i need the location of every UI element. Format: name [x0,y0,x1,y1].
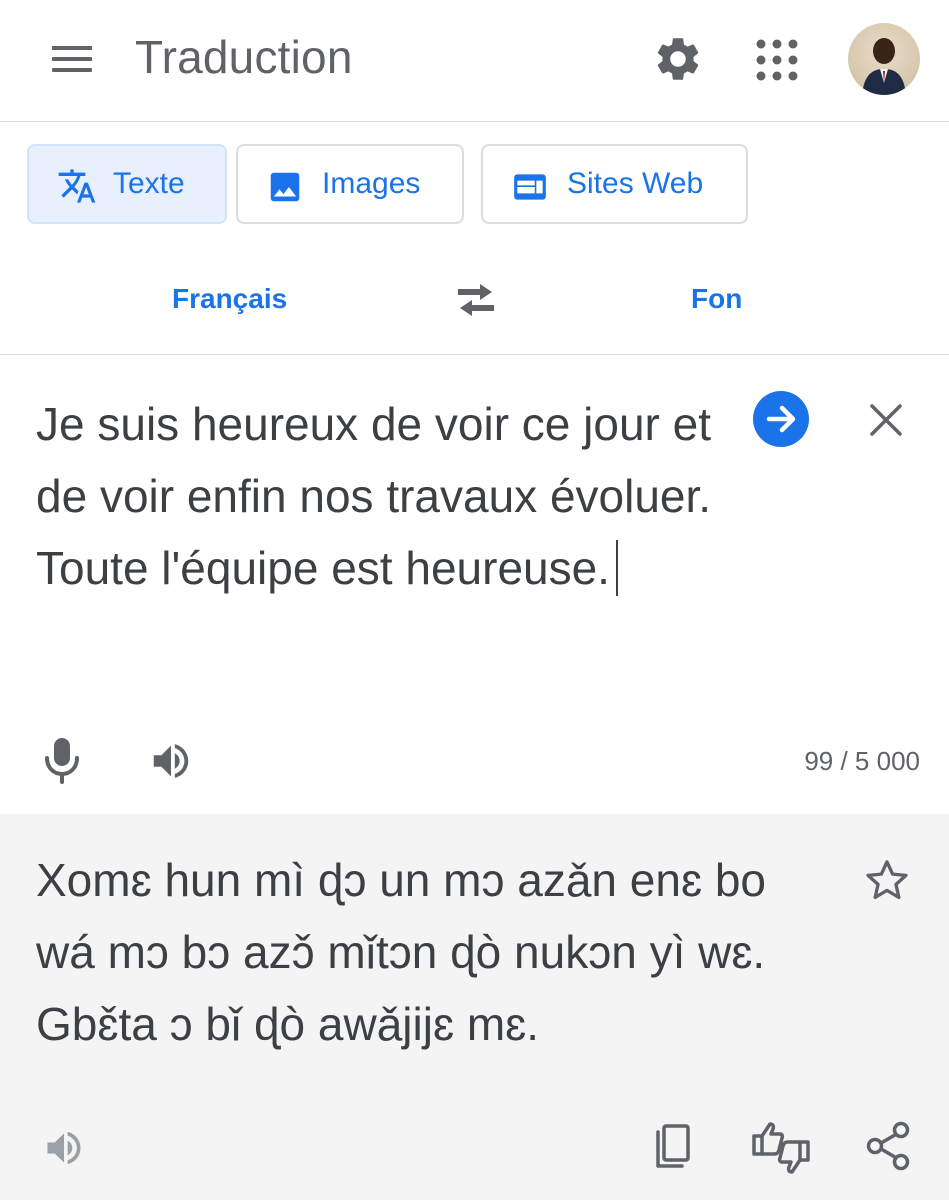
gear-icon[interactable] [652,33,704,85]
user-avatar[interactable] [848,23,920,95]
source-language-button[interactable]: Français [172,283,287,315]
translation-result-text: Xomɛ hun mì ɖɔ un mɔ azǎn enɛ bo wá mɔ b… [36,854,767,1050]
translate-go-button[interactable] [753,391,809,447]
tab-images-label: Images [322,167,421,200]
microphone-icon[interactable] [40,734,84,786]
translation-result-panel: Xomɛ hun mì ɖɔ un mɔ azǎn enɛ bo wá mɔ b… [0,814,949,1200]
star-icon[interactable] [862,856,912,906]
speaker-icon[interactable] [146,738,196,784]
arrow-right-icon [766,405,796,433]
tab-text[interactable]: Texte [27,144,227,224]
top-app-bar: Traduction [0,0,949,122]
tab-websites[interactable]: Sites Web [481,144,748,224]
tab-websites-label: Sites Web [567,167,704,200]
close-icon[interactable] [866,400,906,440]
target-language-button[interactable]: Fon [691,283,742,315]
swap-arrows-icon[interactable] [450,280,502,320]
share-icon[interactable] [864,1120,912,1172]
character-count: 99 / 5 000 [804,746,920,776]
translate-icon [58,169,96,203]
hamburger-menu-icon[interactable] [48,40,96,78]
source-text-value: Je suis heureux de voir ce jour et de vo… [36,398,712,594]
thumbs-feedback-icon[interactable] [750,1120,812,1176]
website-icon [514,174,546,200]
source-text-input[interactable]: Je suis heureux de voir ce jour et de vo… [36,388,716,604]
result-speaker-icon[interactable] [40,1126,88,1170]
image-icon [270,172,300,202]
app-title: Traduction [135,31,353,83]
tab-images[interactable]: Images [236,144,464,224]
text-caret [615,540,618,596]
tab-text-label: Texte [113,167,185,200]
apps-grid-icon[interactable] [755,38,799,82]
divider [0,354,949,355]
copy-icon[interactable] [650,1122,694,1172]
